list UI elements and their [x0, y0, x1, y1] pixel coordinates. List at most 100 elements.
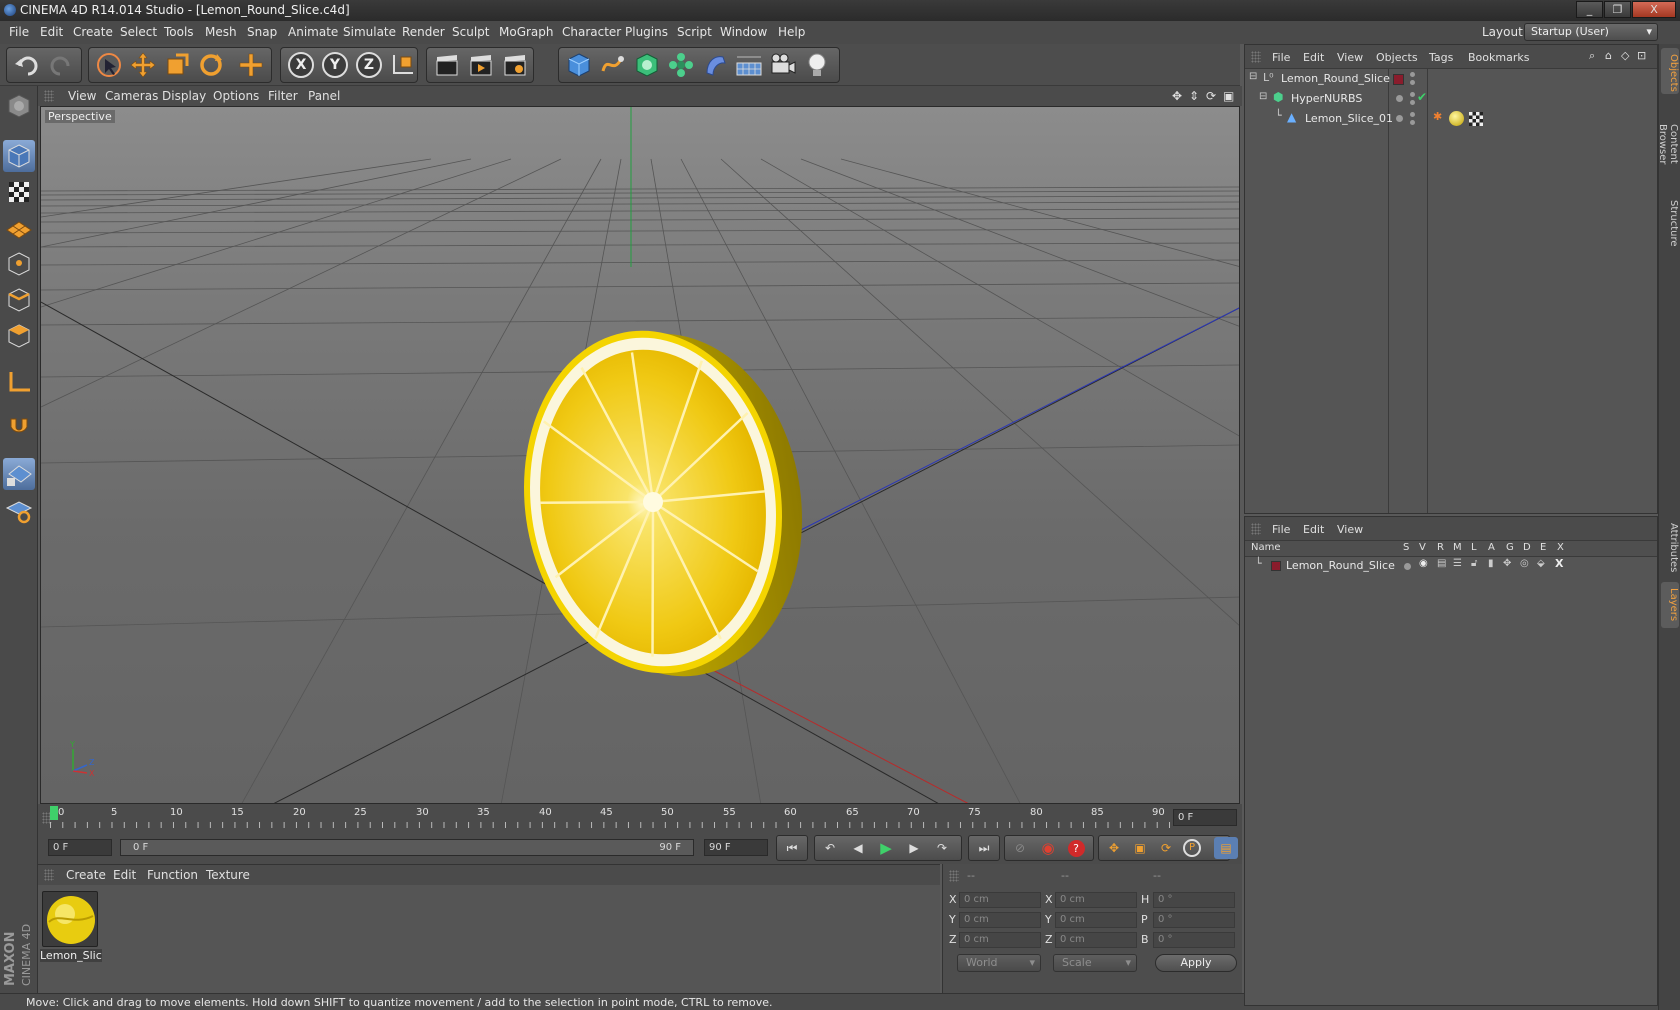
redo-button[interactable] — [44, 48, 78, 82]
maximize-button[interactable]: ❐ — [1604, 1, 1631, 18]
viewport-zoom-icon[interactable]: ⇕ — [1189, 89, 1199, 103]
viewport-move-icon[interactable]: ✥ — [1172, 89, 1182, 103]
layer-row-lemon-round-slice[interactable]: └ Lemon_Round_Slice ◉ ▤ ☰ 🔓︎ ▮ ✥ ◎ ⬙ X — [1245, 557, 1657, 577]
playhead-marker[interactable] — [50, 806, 58, 820]
column-render[interactable]: R — [1437, 542, 1444, 553]
undo-button[interactable] — [10, 48, 44, 82]
tab-attributes[interactable]: Attributes — [1661, 516, 1679, 580]
autokey-button[interactable]: ◉ — [1036, 837, 1060, 859]
coordinate-system-button[interactable] — [386, 48, 420, 82]
drag-handle-icon[interactable] — [1251, 51, 1261, 63]
step-back-button[interactable]: ◀ — [846, 837, 870, 859]
column-visible[interactable]: V — [1419, 542, 1426, 553]
close-button[interactable]: X — [1632, 1, 1676, 18]
layers-menu-view[interactable]: View — [1337, 523, 1363, 536]
frame-range-slider[interactable]: 0 F 90 F — [120, 839, 694, 856]
menu-simulate[interactable]: Simulate — [343, 25, 396, 39]
goto-end-button[interactable]: ⏭ — [972, 837, 996, 859]
parameter-key-button[interactable]: P — [1180, 837, 1204, 859]
timeline-ruler[interactable]: 0 5 10 15 20 25 30 35 40 45 50 55 60 65 … — [38, 804, 1242, 832]
menu-file[interactable]: File — [9, 25, 29, 39]
objects-menu-file[interactable]: File — [1272, 51, 1290, 64]
cube-object-button[interactable] — [562, 48, 596, 82]
render-visibility-dot[interactable] — [1410, 100, 1415, 105]
object-row-lemon-slice-01[interactable]: └ ▲ Lemon_Slice_01 ✱ — [1245, 109, 1657, 129]
objects-menu-view[interactable]: View — [1337, 51, 1363, 64]
column-solo[interactable]: S — [1403, 542, 1409, 553]
y-axis-lock-button[interactable]: Y — [318, 48, 352, 82]
rot-b-field[interactable]: 0 ° — [1153, 932, 1235, 948]
collapse-icon[interactable]: ⊟ — [1259, 91, 1267, 102]
floor-object-button[interactable] — [732, 48, 766, 82]
deformer-button[interactable] — [698, 48, 732, 82]
viewport-menu-panel[interactable]: Panel — [308, 89, 340, 103]
editor-visibility-dot[interactable] — [1410, 92, 1415, 97]
viewport-menu-view[interactable]: View — [68, 89, 96, 103]
column-expressions[interactable]: E — [1540, 542, 1546, 553]
editor-visibility-dot[interactable] — [1410, 112, 1415, 117]
menu-character[interactable]: Character — [562, 25, 621, 39]
viewport-camera-label[interactable]: Perspective — [45, 110, 115, 123]
size-x-field[interactable]: 0 cm — [1055, 892, 1137, 908]
column-generators[interactable]: G — [1506, 542, 1514, 553]
material-menu-texture[interactable]: Texture — [206, 868, 250, 882]
phong-tag-icon[interactable]: ✱ — [1433, 110, 1442, 123]
material-thumbnail[interactable] — [42, 891, 98, 947]
scale-tool-button[interactable] — [160, 48, 194, 82]
column-manager[interactable]: M — [1453, 542, 1462, 553]
menu-snap[interactable]: Snap — [247, 25, 277, 39]
edges-mode-button[interactable] — [3, 284, 35, 316]
viewport-menu-cameras[interactable]: Cameras — [105, 89, 158, 103]
render-view-button[interactable] — [430, 48, 464, 82]
material-menu-function[interactable]: Function — [147, 868, 198, 882]
drag-handle-icon[interactable] — [1251, 523, 1261, 535]
size-y-field[interactable]: 0 cm — [1055, 912, 1137, 928]
material-menu-edit[interactable]: Edit — [113, 868, 136, 882]
model-mode-button[interactable] — [3, 140, 35, 172]
object-row-hypernurbs[interactable]: ⊟ ⬢ HyperNURBS ✔ — [1245, 89, 1657, 109]
xref-icon[interactable]: X — [1555, 557, 1563, 570]
column-animation[interactable]: A — [1488, 542, 1495, 553]
lemon-slice-model[interactable] — [502, 314, 823, 693]
generator-icon[interactable]: ✥ — [1503, 558, 1511, 569]
points-mode-button[interactable] — [3, 248, 35, 280]
pos-y-field[interactable]: 0 cm — [959, 912, 1041, 928]
keyframe-selection-button[interactable]: ? — [1064, 837, 1088, 859]
render-visibility-dot[interactable] — [1410, 80, 1415, 85]
column-name[interactable]: Name — [1251, 542, 1281, 553]
axis-mode-button[interactable] — [3, 366, 35, 398]
material-menu-create[interactable]: Create — [66, 868, 106, 882]
material-name[interactable]: Lemon_Slic — [40, 949, 102, 962]
rotate-tool-button[interactable] — [194, 48, 228, 82]
pos-z-field[interactable]: 0 cm — [959, 932, 1041, 948]
rot-h-field[interactable]: 0 ° — [1153, 892, 1235, 908]
size-z-field[interactable]: 0 cm — [1055, 932, 1137, 948]
collapse-icon[interactable]: ⊟ — [1249, 71, 1257, 82]
z-axis-lock-button[interactable]: Z — [352, 48, 386, 82]
minimize-button[interactable]: _ — [1576, 1, 1603, 18]
layer-color-swatch[interactable] — [1271, 561, 1281, 571]
menu-create[interactable]: Create — [73, 25, 113, 39]
column-xref[interactable]: X — [1557, 542, 1564, 553]
material-tag-icon[interactable] — [1449, 111, 1464, 126]
tab-structure[interactable]: Structure — [1661, 194, 1679, 252]
play-button[interactable]: ▶ — [874, 837, 898, 859]
spline-object-button[interactable] — [596, 48, 630, 82]
deformer-icon[interactable]: ◎ — [1520, 558, 1529, 569]
layout-select[interactable]: Startup (User) ▾ — [1524, 23, 1658, 41]
rot-p-field[interactable]: 0 ° — [1153, 912, 1235, 928]
render-clapboard-icon[interactable]: ▤ — [1437, 558, 1446, 569]
perspective-viewport[interactable]: Perspective Y Z X — [40, 106, 1240, 804]
snapping-button[interactable] — [3, 412, 35, 444]
objects-menu-edit[interactable]: Edit — [1303, 51, 1324, 64]
menu-tools[interactable]: Tools — [164, 25, 194, 39]
menu-mograph[interactable]: MoGraph — [499, 25, 554, 39]
uvw-tag-icon[interactable] — [1469, 112, 1483, 126]
solo-toggle[interactable] — [1404, 563, 1411, 570]
scale-key-button[interactable]: ▣ — [1128, 837, 1152, 859]
lock-icon[interactable]: 🔓︎ — [1471, 558, 1477, 569]
array-object-button[interactable] — [664, 48, 698, 82]
film-icon[interactable]: ▮ — [1488, 558, 1494, 569]
expression-icon[interactable]: ⬙ — [1537, 558, 1545, 569]
position-key-button[interactable]: ✥ — [1102, 837, 1126, 859]
